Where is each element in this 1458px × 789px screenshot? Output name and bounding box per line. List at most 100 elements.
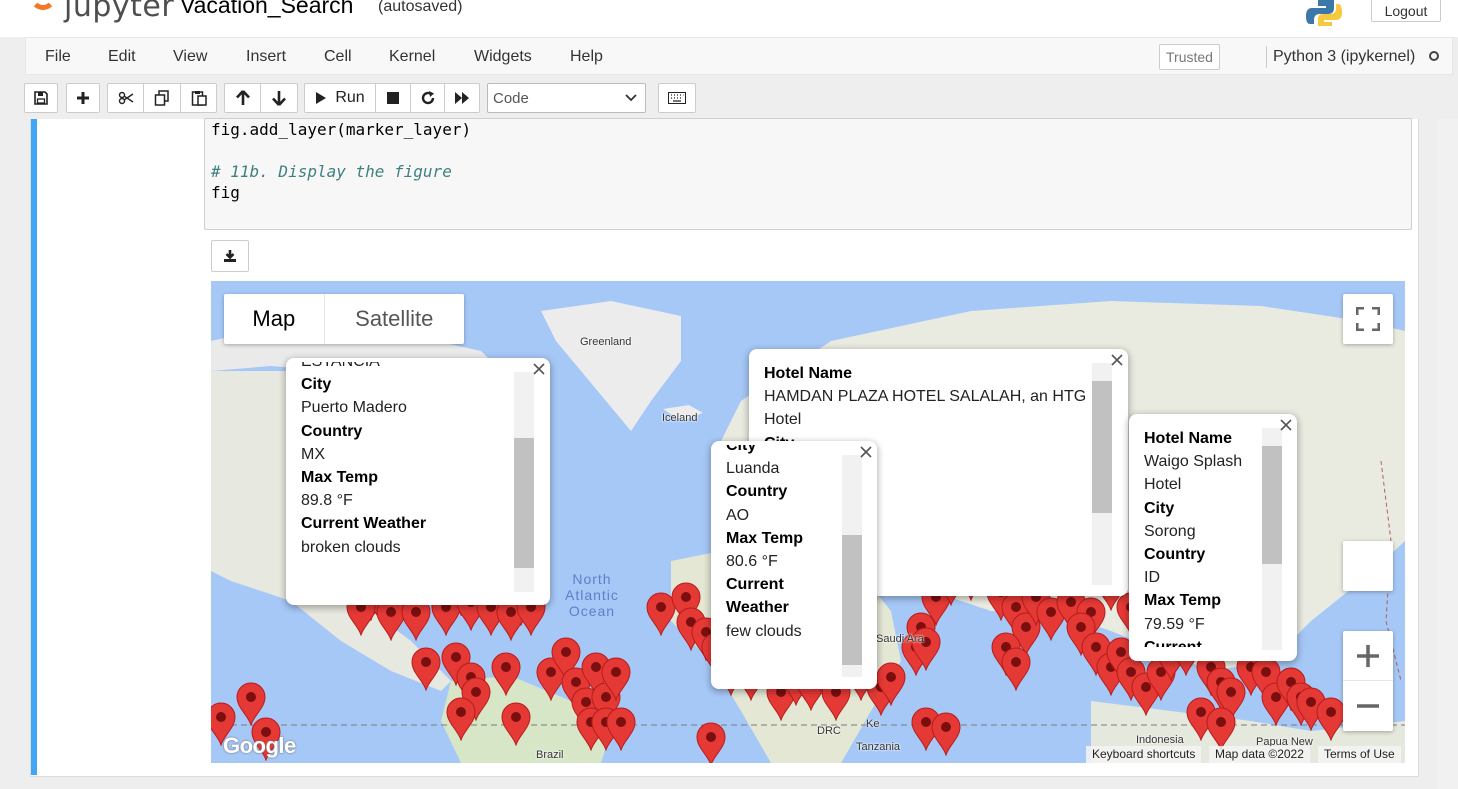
chevron-down-icon — [625, 94, 637, 102]
menu-edit[interactable]: Edit — [108, 48, 136, 66]
save-button[interactable] — [24, 83, 58, 113]
info-value: Hotel — [1144, 476, 1182, 494]
move-up-button[interactable] — [224, 83, 261, 113]
download-button[interactable] — [211, 240, 249, 272]
map-marker[interactable] — [601, 657, 631, 701]
jupyter-logo-text[interactable]: jupyter — [64, 0, 174, 24]
scrollbar-thumb[interactable] — [514, 438, 534, 568]
zoom-in-button[interactable] — [1343, 631, 1393, 681]
toolbar: Run Code — [0, 75, 1458, 119]
menu-help[interactable]: Help — [570, 48, 603, 66]
menu-kernel[interactable]: Kernel — [389, 48, 435, 66]
map-marker[interactable] — [411, 647, 441, 691]
menu-cell[interactable]: Cell — [324, 48, 352, 66]
paste-button[interactable] — [180, 83, 217, 113]
map-marker[interactable] — [491, 652, 521, 696]
command-palette-button[interactable] — [658, 83, 696, 113]
code-comment: # 11b. Display the figure — [211, 162, 452, 181]
cut-button[interactable] — [107, 83, 144, 113]
close-icon[interactable] — [1279, 418, 1293, 432]
google-logo[interactable]: Google — [223, 733, 296, 759]
info-value: ID — [1144, 569, 1160, 587]
info-value: Waigo Splash — [1144, 453, 1243, 471]
terms-of-use-link[interactable]: Terms of Use — [1318, 746, 1401, 763]
info-value: broken clouds — [301, 538, 401, 556]
map-type-control: Map Satellite — [224, 294, 464, 344]
fullscreen-icon — [1356, 307, 1380, 331]
map-marker[interactable] — [696, 722, 726, 763]
info-window-content: Hotel Name Waigo Splash Hotel City Soron… — [1144, 427, 1264, 647]
menu-file[interactable]: File — [45, 48, 71, 66]
map-marker[interactable] — [1316, 697, 1346, 741]
info-value: few clouds — [726, 622, 802, 640]
map-marker[interactable] — [606, 707, 636, 751]
trusted-indicator[interactable]: Trusted — [1159, 44, 1220, 70]
run-button[interactable]: Run — [304, 83, 376, 113]
map-marker[interactable] — [1001, 647, 1031, 691]
map-marker[interactable] — [446, 697, 476, 741]
google-logo-text: Google — [223, 733, 296, 758]
info-window-scrollbar[interactable] — [1092, 363, 1112, 585]
info-value: Hotel — [764, 411, 802, 429]
page-scrollbar[interactable] — [1438, 119, 1458, 789]
arrow-up-icon — [235, 90, 250, 105]
paste-icon — [191, 91, 207, 106]
cell-type-select[interactable]: Code — [487, 83, 646, 113]
insert-cell-button[interactable] — [66, 83, 100, 113]
map-marker[interactable] — [931, 712, 961, 756]
minus-icon — [1357, 704, 1379, 708]
kernel-name[interactable]: Python 3 (ipykernel) — [1273, 48, 1415, 66]
restart-button[interactable] — [410, 83, 445, 113]
scissors-icon — [118, 91, 133, 105]
info-window-scrollbar[interactable] — [842, 455, 862, 677]
close-icon[interactable] — [532, 362, 546, 376]
close-icon[interactable] — [859, 445, 873, 459]
info-text: ESTANCIA — [301, 362, 521, 373]
map-widget[interactable]: Greenland Iceland North Atlantic Ocean S… — [211, 281, 1405, 763]
keyboard-icon — [668, 92, 686, 104]
map-label-iceland: Iceland — [662, 412, 698, 424]
restart-icon — [421, 91, 434, 105]
info-label: City — [726, 445, 757, 454]
restart-run-all-button[interactable] — [444, 83, 480, 113]
info-label: Max Temp — [726, 529, 804, 547]
map-label-brazil: Brazil — [536, 749, 564, 761]
python-logo-icon — [1306, 0, 1342, 26]
menu-insert[interactable]: Insert — [246, 48, 286, 66]
map-marker[interactable] — [1206, 707, 1236, 751]
scrollbar-thumb[interactable] — [842, 535, 862, 665]
keyboard-shortcuts-link[interactable]: Keyboard shortcuts — [1086, 746, 1202, 763]
info-window-content: City Luanda Country AO Max Temp 80.6 °F … — [726, 445, 846, 665]
map-label-indonesia: Indonesia — [1136, 734, 1184, 746]
info-label: Hotel Name — [764, 365, 853, 382]
info-label: City — [1144, 499, 1175, 517]
scrollbar-thumb[interactable] — [1092, 381, 1112, 513]
kernel-status-icon — [1429, 51, 1439, 61]
logout-button[interactable]: Logout — [1371, 0, 1441, 22]
close-icon[interactable] — [1110, 353, 1124, 367]
jupyter-logo-icon[interactable] — [30, 0, 56, 10]
info-window: ESTANCIA City Puerto Madero Country MX M… — [286, 358, 550, 605]
map-label-tanzania: Tanzania — [856, 741, 901, 753]
copy-button[interactable] — [143, 83, 181, 113]
info-label: Current Weather — [301, 515, 427, 533]
map-type-map-button[interactable]: Map — [224, 294, 325, 344]
scrollbar-thumb[interactable] — [1262, 446, 1282, 564]
notebook-header: jupyter Vacation_Search (autosaved) Logo… — [0, 0, 1458, 37]
download-icon — [224, 250, 236, 262]
info-window-scrollbar[interactable] — [514, 372, 534, 592]
code-cell-input[interactable]: fig.add_layer(marker_layer) # 11b. Displ… — [204, 118, 1412, 230]
interrupt-button[interactable] — [375, 83, 411, 113]
street-view-button[interactable] — [1343, 541, 1393, 591]
info-value: Luanda — [726, 460, 780, 478]
zoom-out-button[interactable] — [1343, 681, 1393, 731]
autosave-status: (autosaved) — [378, 0, 463, 15]
move-down-button[interactable] — [260, 83, 298, 113]
notebook-name[interactable]: Vacation_Search — [180, 0, 353, 19]
menu-view[interactable]: View — [173, 48, 207, 66]
fullscreen-button[interactable] — [1343, 294, 1393, 344]
map-marker[interactable] — [501, 702, 531, 746]
map-type-satellite-button[interactable]: Satellite — [325, 294, 464, 344]
info-window-scrollbar[interactable] — [1262, 428, 1282, 650]
menu-widgets[interactable]: Widgets — [474, 48, 532, 66]
